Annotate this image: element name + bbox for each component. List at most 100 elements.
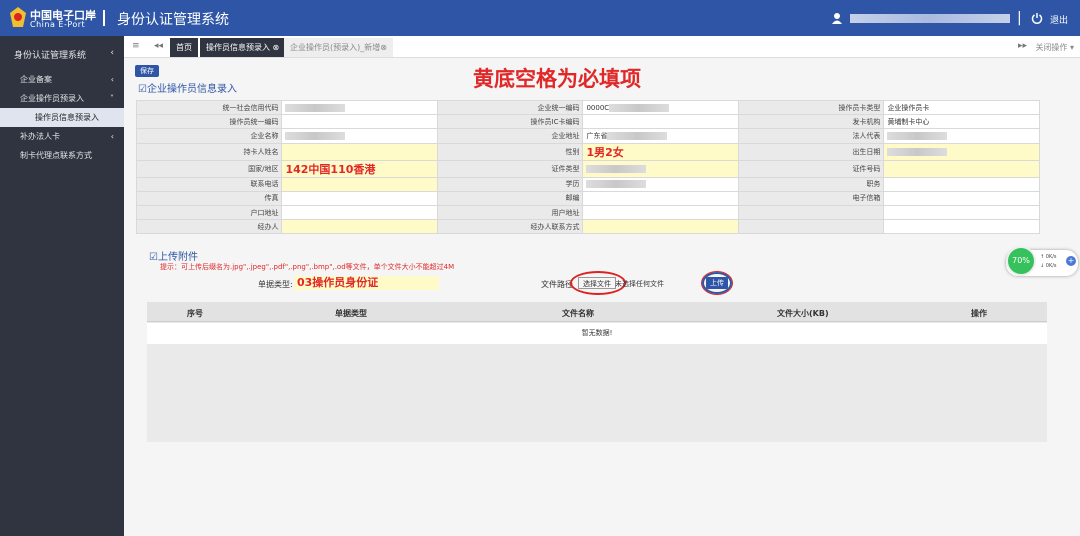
- header-divider: [103, 10, 105, 26]
- redacted-value: [586, 180, 647, 189]
- form-field-input[interactable]: 黄埔制卡中心: [883, 114, 1040, 130]
- form-field-label: 出生日期: [737, 142, 885, 161]
- redacted-value: [607, 131, 668, 140]
- tab-operator-new[interactable]: 企业操作员(预录入)_新增⊗: [284, 38, 393, 57]
- field-value: 企业操作员卡: [887, 103, 930, 112]
- form-field-label: 持卡人姓名: [135, 142, 283, 161]
- redacted-value: [285, 103, 346, 112]
- form-field-label: 电子信箱: [737, 190, 885, 206]
- tab-home[interactable]: 首页: [170, 38, 198, 57]
- form-field-input[interactable]: 企业操作员卡: [883, 99, 1040, 116]
- grid-col-filename: 文件名称: [562, 309, 594, 318]
- tab-back-icon[interactable]: ◂◂: [154, 41, 163, 51]
- top-header: 中国电子口岸 China E-Port 身份认证管理系统 | 退出: [0, 0, 1080, 36]
- sidebar-item-operator-info-entry[interactable]: 操作员信息预录入: [0, 108, 124, 127]
- sidebar-item-label: 制卡代理点联系方式: [20, 151, 92, 160]
- form-field-input[interactable]: 0000C: [582, 99, 739, 116]
- chevron-left-icon: ‹: [110, 132, 114, 141]
- sidebar-item-label: 企业备案: [20, 75, 52, 84]
- tab-bar: ≡ ◂◂ 首页 操作员信息预录入 ⊗ 企业操作员(预录入)_新增⊗ ▸▸ 关闭操…: [124, 36, 1080, 58]
- close-operations-dropdown[interactable]: 关闭操作 ▾: [1035, 42, 1074, 53]
- form-field-input[interactable]: [281, 176, 438, 192]
- sidebar-title: 身份认证管理系统: [14, 51, 87, 61]
- form-field-input[interactable]: 142中国110香港: [281, 159, 438, 178]
- field-annotation: 142中国110香港: [285, 162, 376, 176]
- form-field-input[interactable]: 广东省: [582, 128, 739, 144]
- form-row: 经办人 经办人联系方式: [135, 219, 1040, 235]
- form-field-input[interactable]: [883, 159, 1040, 178]
- upload-speed: ↑ 0K/s: [1040, 254, 1057, 260]
- sidebar-item-label: 补办法人卡: [20, 132, 60, 141]
- form-field-input[interactable]: [582, 219, 739, 235]
- sidebar-collapse-icon[interactable]: ‹: [110, 48, 114, 58]
- form-field-input[interactable]: [582, 204, 739, 221]
- form-field-input[interactable]: 1男2女: [582, 142, 739, 161]
- form-field-input[interactable]: [883, 219, 1040, 235]
- form-field-label: 邮编: [436, 190, 584, 206]
- form-field-input[interactable]: [582, 176, 739, 192]
- plus-icon[interactable]: +: [1066, 256, 1076, 266]
- section-attachment-title: ☑上传附件: [149, 248, 198, 263]
- form-field-input[interactable]: [281, 219, 438, 235]
- menu-icon[interactable]: ≡: [132, 41, 140, 51]
- save-button[interactable]: 保存: [135, 65, 159, 77]
- logout-link[interactable]: 退出: [1050, 13, 1068, 26]
- form-field-input[interactable]: [883, 176, 1040, 192]
- field-value: 广东省: [586, 131, 608, 140]
- user-name: [850, 14, 1010, 23]
- power-icon[interactable]: [1031, 12, 1043, 24]
- form-field-input[interactable]: [281, 99, 438, 116]
- form-field-label: 证件号码: [737, 159, 885, 178]
- form-field-input[interactable]: [883, 142, 1040, 161]
- redacted-value: [609, 103, 670, 112]
- speed-gauge[interactable]: 70%: [1006, 246, 1036, 276]
- brand-name-en: China E-Port: [30, 20, 86, 29]
- attachment-grid: 序号 单据类型 文件名称 文件大小(KB) 操作 暂无数据!: [147, 302, 1047, 442]
- form-field-label: 职务: [737, 176, 885, 192]
- sidebar-item-enterprise-filing[interactable]: 企业备案 ‹: [0, 70, 124, 89]
- form-field-label: 国家/地区: [135, 159, 283, 178]
- sidebar-item-card-agent-contacts[interactable]: 制卡代理点联系方式: [0, 146, 124, 165]
- form-field-label: 学历: [436, 176, 584, 192]
- section-title-text: 企业操作员信息录入: [146, 84, 237, 95]
- form-field-label: 操作员卡类型: [737, 99, 885, 116]
- form-field-input[interactable]: [582, 114, 739, 130]
- form-field-label: [737, 204, 885, 221]
- form-field-input[interactable]: [281, 204, 438, 221]
- operator-info-form: 统一社会信用代码 企业统一编码 0000C 操作员卡类型 企业操作员卡 操作员统一编码 操作…: [135, 99, 1040, 235]
- form-field-input[interactable]: [281, 142, 438, 161]
- grid-col-filesize: 文件大小(KB): [777, 309, 829, 318]
- form-field-input[interactable]: [883, 128, 1040, 144]
- form-field-input[interactable]: [883, 204, 1040, 221]
- sidebar: 身份认证管理系统 ‹ 企业备案 ‹ 企业操作员预录入 ˅ 操作员信息预录入 补办…: [0, 36, 124, 536]
- sidebar-item-legal-card-reissue[interactable]: 补办法人卡 ‹: [0, 127, 124, 146]
- form-row: 操作员统一编码 操作员IC卡编码 发卡机构 黄埔制卡中心: [135, 114, 1040, 130]
- form-field-input[interactable]: [883, 190, 1040, 206]
- form-field-input[interactable]: [582, 159, 739, 178]
- form-field-label: 传真: [135, 190, 283, 206]
- redacted-value: [586, 164, 647, 173]
- doc-type-select[interactable]: 03操作员身份证: [294, 276, 439, 290]
- tab-operator-info-entry[interactable]: 操作员信息预录入 ⊗: [200, 38, 286, 57]
- chevron-down-icon: ˅: [110, 94, 114, 103]
- form-field-input[interactable]: [281, 190, 438, 206]
- form-field-input[interactable]: [281, 114, 438, 130]
- grid-col-index: 序号: [187, 309, 203, 318]
- file-path-label: 文件路径: [541, 280, 573, 289]
- user-icon[interactable]: [831, 12, 843, 24]
- sidebar-item-operator-prerecord[interactable]: 企业操作员预录入 ˅: [0, 89, 124, 108]
- form-field-input[interactable]: [281, 128, 438, 144]
- sidebar-item-label: 企业操作员预录入: [20, 94, 84, 103]
- form-field-label: 用户地址: [436, 204, 584, 221]
- tab-forward-icon[interactable]: ▸▸: [1018, 41, 1027, 51]
- upload-speed-value: 0K/s: [1045, 254, 1057, 260]
- form-row: 传真 邮编 电子信箱: [135, 190, 1040, 206]
- form-field-label: 证件类型: [436, 159, 584, 178]
- form-field-input[interactable]: [582, 190, 739, 206]
- field-annotation: 1男2女: [586, 145, 624, 159]
- download-speed: ↓ 0K/s: [1040, 263, 1057, 269]
- form-row: 持卡人姓名 性别 1男2女 出生日期: [135, 142, 1040, 161]
- form-field-label: [737, 219, 885, 235]
- grid-col-actions: 操作: [971, 309, 987, 318]
- chevron-left-icon: ‹: [110, 75, 114, 84]
